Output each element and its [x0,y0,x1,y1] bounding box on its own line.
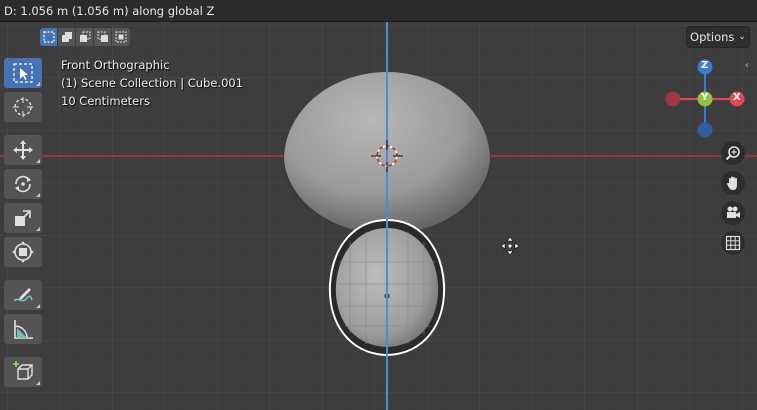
sidebar-toggle-icon[interactable]: ‹ [745,60,749,71]
select-box-icon[interactable] [4,58,42,88]
gizmo-y-label: Y [701,92,709,103]
3d-viewport[interactable]: Z X Y Front Orthographic (1) Scene Colle… [0,22,757,410]
pan-hand-icon[interactable] [721,171,745,195]
camera-icon[interactable] [721,201,745,225]
select-intersect-icon[interactable] [112,28,130,46]
cursor-icon[interactable] [4,92,42,122]
transform-icon[interactable] [4,237,42,267]
grid-scale: 10 Centimeters [61,94,150,108]
options-dropdown[interactable]: Options ⌄ [686,26,750,48]
move-icon[interactable] [4,135,42,165]
selection-mode-group [40,28,130,46]
gizmo-x-label: X [733,92,741,103]
measure-icon[interactable] [4,314,42,344]
annotate-icon[interactable] [4,280,42,310]
options-label: Options [690,30,735,44]
zoom-icon[interactable] [721,141,745,165]
rotate-icon[interactable] [4,169,42,199]
grid-icon[interactable] [721,231,745,255]
status-header: D: 1.056 m (1.056 m) along global Z [0,0,757,22]
add-cube-icon[interactable] [4,357,42,387]
gizmo-neg-z[interactable] [697,122,713,138]
collection-info: (1) Scene Collection | Cube.001 [61,76,244,90]
view-name: Front Orthographic [61,58,170,72]
gizmo-neg-x[interactable] [665,91,681,107]
scale-icon[interactable] [4,203,42,233]
header-status-text: D: 1.056 m (1.056 m) along global Z [4,4,215,18]
select-new-icon[interactable] [40,28,58,46]
select-invert-icon[interactable] [94,28,112,46]
blender-window: D: 1.056 m (1.056 m) along global Z Z X … [0,0,757,410]
select-extend-icon[interactable] [58,28,76,46]
chevron-down-icon: ⌄ [738,32,746,42]
gizmo-z-label: Z [701,60,709,71]
select-subtract-icon[interactable] [76,28,94,46]
